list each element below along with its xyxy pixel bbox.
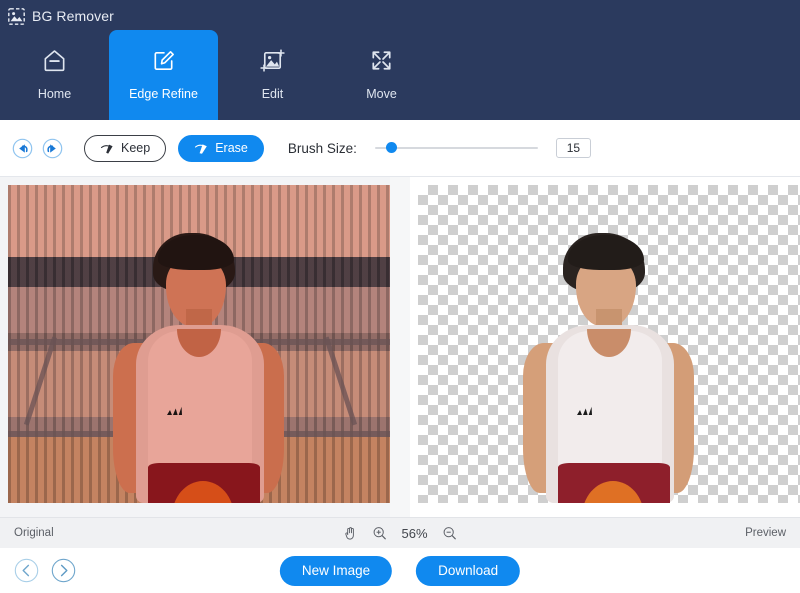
pane-divider	[390, 177, 410, 517]
nav-tab-edge-refine-label: Edge Refine	[129, 87, 198, 101]
zoom-out-icon[interactable]	[443, 526, 457, 540]
download-button[interactable]: Download	[416, 555, 521, 586]
status-bar: Original 56% Preview	[0, 517, 800, 548]
selection-tint-overlay	[8, 185, 390, 503]
edit-pen-square-icon	[150, 47, 177, 74]
original-image[interactable]	[8, 185, 390, 503]
nav-tab-edit[interactable]: Edit	[218, 30, 327, 120]
nav-tab-home[interactable]: Home	[0, 30, 109, 120]
history-buttons	[12, 138, 63, 159]
app-logo-icon	[8, 7, 25, 25]
app-title: BG Remover	[32, 7, 114, 24]
brush-size-slider[interactable]	[374, 138, 538, 158]
zoom-in-icon[interactable]	[372, 526, 386, 540]
footer-bar: New Image Download	[0, 548, 800, 593]
main-nav: Home Edge Refine Edit Move	[0, 30, 436, 120]
move-arrows-icon	[368, 47, 395, 74]
slider-handle[interactable]	[386, 142, 398, 153]
nav-tab-move[interactable]: Move	[327, 30, 436, 120]
original-image-pane[interactable]	[0, 177, 390, 517]
zoom-level: 56%	[401, 525, 428, 541]
undo-circle-icon[interactable]	[12, 138, 33, 159]
status-original-label: Original	[14, 527, 54, 539]
redo-circle-icon[interactable]	[42, 138, 63, 159]
keep-mode-label: Keep	[121, 141, 151, 155]
home-icon	[41, 47, 68, 74]
brush-erase-icon	[194, 142, 209, 155]
nav-tab-home-label: Home	[37, 87, 72, 101]
image-pager	[14, 558, 76, 583]
app-header: BG Remover Home Edge Refine Edit Move	[0, 0, 800, 120]
chevron-left-circle-icon[interactable]	[14, 558, 39, 583]
brush-size-value[interactable]: 15	[555, 138, 591, 158]
status-preview-label: Preview	[745, 527, 786, 539]
new-image-button[interactable]: New Image	[279, 555, 393, 586]
cutout-hair-front	[568, 235, 644, 270]
erase-mode-button[interactable]: Erase	[178, 134, 264, 162]
zoom-controls: 56%	[343, 526, 456, 541]
image-crop-icon	[259, 47, 286, 74]
canvas-area	[0, 177, 800, 517]
brush-mode-buttons: Keep Erase	[84, 134, 264, 162]
brush-keep-icon	[100, 142, 115, 155]
hand-pan-icon[interactable]	[343, 526, 357, 540]
preview-image-pane[interactable]	[410, 177, 800, 517]
chevron-right-circle-icon[interactable]	[51, 558, 76, 583]
brush-size-label: Brush Size:	[287, 140, 357, 156]
nav-tab-edit-label: Edit	[261, 87, 284, 101]
brand: BG Remover	[8, 5, 114, 27]
slider-track	[374, 147, 538, 149]
footer-actions: New Image Download	[279, 555, 521, 586]
nav-tab-move-label: Move	[366, 87, 397, 101]
erase-mode-label: Erase	[215, 141, 248, 155]
nav-tab-edge-refine[interactable]: Edge Refine	[109, 30, 218, 120]
keep-mode-button[interactable]: Keep	[84, 134, 167, 162]
bg-remover-window: BG Remover Home Edge Refine Edit Move Ke…	[0, 0, 800, 593]
transparency-checkerboard[interactable]	[418, 185, 800, 503]
edit-toolbar: Keep Erase Brush Size: 15	[0, 120, 800, 177]
